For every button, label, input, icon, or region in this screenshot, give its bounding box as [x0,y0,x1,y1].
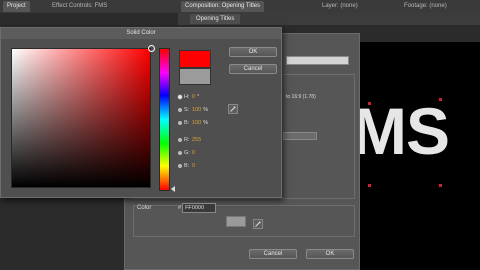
current-color-swatch[interactable] [179,68,211,85]
green-value[interactable]: 0 [192,150,195,156]
hex-row: # FF0000 [178,203,217,213]
blue-radio[interactable] [178,163,182,168]
composition-viewer[interactable]: MS [350,42,480,270]
aspect-ratio-text: to 16:9 (1.78) [286,94,316,100]
tab-project[interactable]: Project [3,1,30,12]
hex-label: # [178,205,182,212]
eyedropper-icon[interactable] [253,216,263,229]
eyedropper-icon[interactable] [228,101,238,114]
red-value[interactable]: 255 [192,137,201,143]
ok-button[interactable]: OK [229,47,277,57]
color-picker-marker[interactable] [148,45,155,52]
red-row[interactable]: R: 255 [178,135,201,145]
hex-input[interactable]: FF0000 [182,203,217,213]
saturation-brightness-field[interactable] [11,48,151,188]
tab-opening-titles[interactable]: Opening Titles [190,14,241,24]
saturation-row[interactable]: S: 100% [178,105,208,115]
tab-composition[interactable]: Composition: Opening Titles [181,1,265,12]
cancel-button[interactable]: Cancel [229,64,277,74]
cancel-button[interactable]: Cancel [249,249,297,259]
ok-button[interactable]: OK [306,249,354,259]
panel-tab-bar: Project Effect Controls: FMS Composition… [0,0,480,13]
blue-value[interactable]: 0 [192,163,195,169]
color-label: Color [137,205,152,211]
brightness-radio[interactable] [178,120,182,125]
hue-slider[interactable] [159,48,170,191]
green-row[interactable]: G: 0 [178,148,195,158]
brightness-value[interactable]: 100 [192,120,201,126]
hue-slider-arrow[interactable] [171,186,175,192]
blue-row[interactable]: B: 0 [178,161,195,171]
name-field[interactable] [286,56,349,65]
transform-handle[interactable] [439,98,442,101]
viewer-title-text: MS [352,94,450,168]
transform-handle[interactable] [368,184,371,187]
green-radio[interactable] [178,150,182,155]
composition-subtab-bar: Opening Titles [178,13,480,25]
units-dropdown[interactable] [283,132,317,140]
transform-handle[interactable] [368,102,371,105]
tab-layer[interactable]: Layer: (none) [318,1,362,12]
tab-footage[interactable]: Footage: (none) [400,1,451,12]
dialog-title: Solid Color [1,28,281,39]
transform-handle[interactable] [439,184,442,187]
red-radio[interactable] [178,137,182,142]
brightness-row[interactable]: B: 100% [178,118,208,128]
hue-row[interactable]: H: 0 ° [178,92,199,102]
saturation-value[interactable]: 100 [192,107,201,113]
tab-effect-controls[interactable]: Effect Controls: FMS [48,1,111,12]
solid-color-dialog: Solid Color OK Cancel H: 0 ° S: 100% B: 100%… [0,27,282,213]
new-color-swatch [179,50,211,68]
hue-value[interactable]: 0 [192,94,195,100]
hue-radio[interactable] [178,94,182,99]
color-swatch[interactable] [226,216,246,227]
saturation-radio[interactable] [178,107,182,112]
